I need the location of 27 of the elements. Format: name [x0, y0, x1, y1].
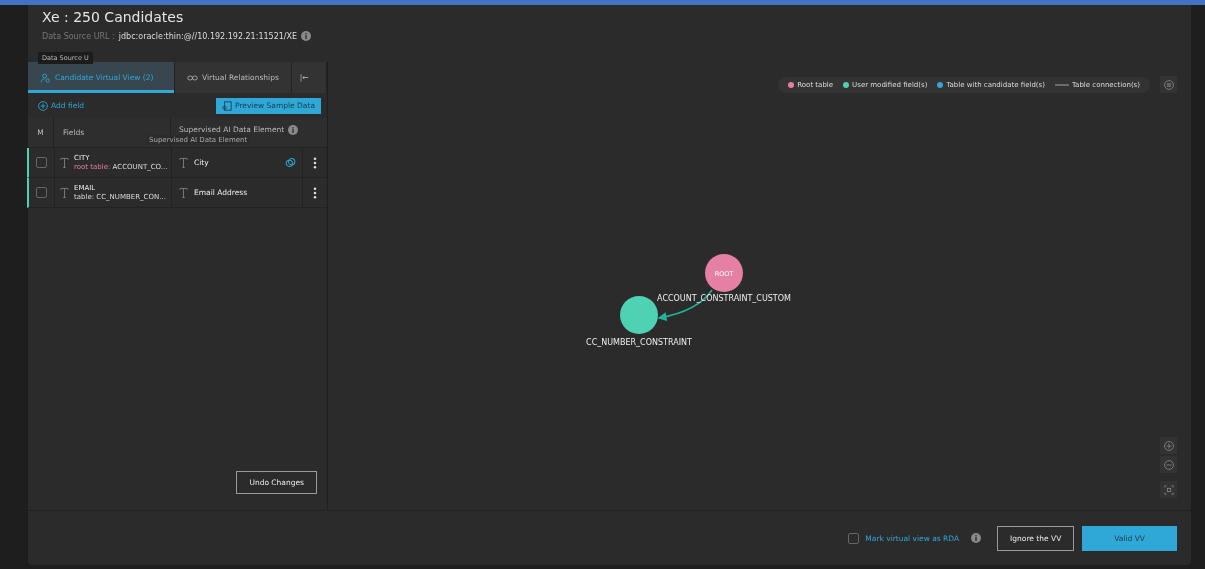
row-checkbox[interactable] [36, 157, 47, 168]
more-icon[interactable] [313, 186, 317, 199]
text-type-icon [60, 187, 69, 198]
link-icon [187, 72, 198, 83]
person-icon [40, 72, 51, 83]
document-icon [222, 100, 232, 111]
more-icon[interactable] [313, 156, 317, 169]
table-node[interactable] [620, 296, 658, 334]
node-label: CC_NUMBER_CONSTRAINT [586, 338, 692, 347]
info-icon[interactable] [971, 533, 982, 543]
url-value: jdbc:oracle:thin:@//10.192.192.21:11521/XE [118, 31, 298, 41]
text-type-icon [60, 157, 69, 168]
row-checkbox[interactable] [36, 187, 47, 198]
url-label: Data Source URL : [42, 31, 115, 41]
text-type-icon [179, 157, 188, 168]
text-type-icon [179, 187, 188, 198]
info-icon[interactable] [301, 31, 312, 41]
fit-view-button[interactable] [1160, 481, 1177, 498]
zoom-out-button[interactable] [1160, 456, 1177, 473]
page-title: Xe : 250 Candidates [42, 9, 185, 25]
plus-icon [38, 100, 48, 111]
menu-button[interactable] [1160, 76, 1177, 93]
zoom-in-button[interactable] [1160, 437, 1177, 454]
info-icon[interactable] [288, 124, 299, 135]
rda-checkbox[interactable] [848, 532, 860, 544]
table-node[interactable] [705, 254, 743, 292]
link-icon[interactable] [285, 157, 296, 168]
